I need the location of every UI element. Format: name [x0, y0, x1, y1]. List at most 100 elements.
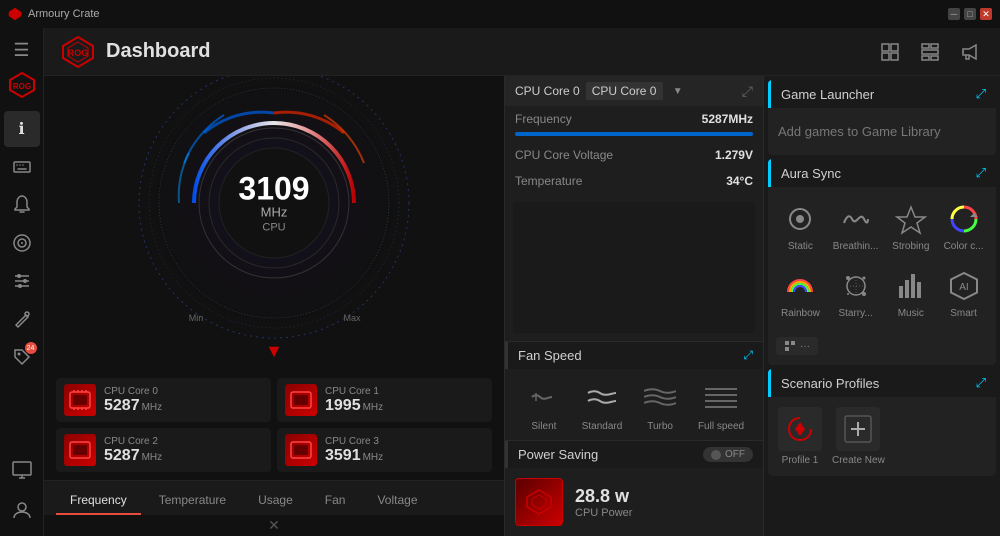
- aura-smart-label: Smart: [950, 308, 977, 319]
- create-new-profile[interactable]: Create New: [832, 407, 885, 466]
- cpu-core-0-unit: MHz: [142, 402, 163, 413]
- page-title: Dashboard: [106, 40, 210, 63]
- aura-starry[interactable]: Starry...: [829, 262, 883, 325]
- frequency-bar: [515, 132, 753, 136]
- grid-view-button[interactable]: [876, 38, 904, 66]
- scenario-profiles-title: Scenario Profiles: [781, 376, 879, 391]
- sidebar-item-target[interactable]: [4, 225, 40, 261]
- tab-usage[interactable]: Usage: [244, 487, 307, 515]
- aura-extra-controls: ···: [768, 333, 996, 365]
- aura-expand-icon[interactable]: ⤢: [976, 165, 986, 181]
- aura-static-label: Static: [788, 241, 813, 252]
- tab-frequency[interactable]: Frequency: [56, 487, 141, 515]
- cpu-icon-2: [68, 440, 92, 460]
- cpu-monitor-panel: CPU Core 0 CPU Core 0 CPU Core 1 CPU Cor…: [504, 76, 764, 536]
- game-launcher-widget: Game Launcher ⤢ Add games to Game Librar…: [768, 80, 996, 155]
- fan-silent[interactable]: Silent: [524, 377, 564, 432]
- header-actions: [876, 38, 984, 66]
- fan-turbo[interactable]: Turbo: [640, 377, 680, 432]
- minimize-button[interactable]: ─: [948, 8, 960, 20]
- smart-icon-svg: AI: [948, 270, 980, 302]
- expand-icon[interactable]: ⤢: [742, 83, 753, 100]
- aura-starry-icon: [838, 268, 874, 304]
- fan-speed-widget: Fan Speed ⤢ Silent: [505, 341, 763, 440]
- sidebar-rog-logo: ROG: [4, 67, 40, 103]
- fan-speed-title: Fan Speed: [518, 348, 582, 363]
- aura-music-label: Music: [898, 308, 924, 319]
- power-toggle[interactable]: OFF: [703, 447, 753, 462]
- titlebar: Armoury Crate ─ □ ✕: [0, 0, 1000, 28]
- aura-smart[interactable]: AI Smart: [939, 262, 988, 325]
- sidebar-item-keyboard[interactable]: [4, 149, 40, 185]
- tab-fan[interactable]: Fan: [311, 487, 360, 515]
- music-icon-svg: [895, 270, 927, 302]
- aura-color-cycle[interactable]: Color c...: [939, 195, 988, 258]
- cpu-core-2-value: 5287: [104, 447, 140, 465]
- breathing-icon-svg: [840, 203, 872, 235]
- aura-rainbow-label: Rainbow: [781, 308, 820, 319]
- rainbow-icon-svg: [784, 270, 816, 302]
- cpu-core-3-unit: MHz: [363, 452, 384, 463]
- sidebar-item-profile[interactable]: [4, 492, 40, 528]
- cpu-core-0-name: CPU Core 0: [104, 386, 263, 397]
- cpu-core-3-value: 3591: [325, 447, 361, 465]
- hamburger-menu[interactable]: ☰: [3, 36, 39, 65]
- scenario-expand-icon[interactable]: ⤢: [976, 375, 986, 391]
- fan-expand-icon[interactable]: ⤢: [743, 348, 753, 363]
- sliders-icon: [12, 271, 32, 291]
- tab-voltage[interactable]: Voltage: [363, 487, 431, 515]
- game-launcher-title: Game Launcher: [781, 87, 874, 102]
- tab-bar: Frequency Temperature Usage Fan Voltage: [44, 480, 504, 515]
- cpu-core-dropdown[interactable]: CPU Core 0 CPU Core 1 CPU Core 2 CPU Cor…: [586, 82, 663, 100]
- layout-view-button[interactable]: [916, 38, 944, 66]
- create-new-icon: [836, 407, 880, 451]
- left-panel: Min Max 3109 MHz CPU ▼: [44, 76, 504, 536]
- fan-silent-svg: [528, 383, 560, 411]
- fan-standard-icon: [582, 377, 622, 417]
- aura-strobing[interactable]: Strobing: [886, 195, 935, 258]
- fan-standard[interactable]: Standard: [582, 377, 623, 432]
- target-icon: [12, 233, 32, 253]
- sidebar-item-sliders[interactable]: [4, 263, 40, 299]
- fan-options: Silent Standard: [505, 369, 763, 440]
- sidebar-item-tools[interactable]: [4, 301, 40, 337]
- aura-static[interactable]: Static: [776, 195, 825, 258]
- sidebar-item-display[interactable]: [4, 452, 40, 488]
- fan-silent-icon: [524, 377, 564, 417]
- megaphone-icon: [961, 42, 979, 62]
- app-icon: [8, 7, 22, 21]
- close-button[interactable]: ✕: [980, 8, 992, 20]
- sidebar-item-badge[interactable]: 24: [4, 339, 40, 375]
- sidebar-item-alerts[interactable]: [4, 187, 40, 223]
- fan-fullspeed[interactable]: Full speed: [698, 377, 744, 432]
- bottom-close-icon[interactable]: ✕: [44, 515, 504, 536]
- sidebar: ☰ ROG ℹ: [0, 28, 44, 536]
- aura-rainbow[interactable]: Rainbow: [776, 262, 825, 325]
- fan-standard-label: Standard: [582, 421, 623, 432]
- scenario-profiles-header: Scenario Profiles ⤢: [768, 369, 996, 397]
- chevron-down-icon: ▼: [265, 341, 283, 362]
- cpu-core-2-item: CPU Core 2 5287 MHz: [56, 428, 271, 472]
- static-icon-svg: [784, 203, 816, 235]
- sidebar-item-dashboard[interactable]: ℹ: [4, 111, 40, 147]
- game-launcher-expand-icon[interactable]: ⤢: [976, 86, 986, 102]
- aura-sync-title: Aura Sync: [781, 166, 841, 181]
- notifications-button[interactable]: [956, 38, 984, 66]
- maximize-button[interactable]: □: [964, 8, 976, 20]
- strobing-icon-svg: [895, 203, 927, 235]
- tab-temperature[interactable]: Temperature: [145, 487, 240, 515]
- scenario-profiles-body: Profile 1 Create New: [768, 397, 996, 476]
- gauge-center: 3109 MHz CPU: [238, 173, 309, 234]
- aura-breathing-label: Breathin...: [833, 241, 879, 252]
- voltage-label: CPU Core Voltage: [515, 148, 613, 162]
- cpu-cores-grid: CPU Core 0 5287 MHz: [44, 370, 504, 480]
- aura-extra-button[interactable]: ···: [776, 337, 818, 355]
- temperature-label: Temperature: [515, 174, 582, 188]
- frequency-value: 5287MHz: [702, 112, 753, 126]
- aura-music[interactable]: Music: [886, 262, 935, 325]
- aura-starry-label: Starry...: [838, 308, 872, 319]
- cpu-core-1-icon: [285, 384, 317, 416]
- aura-breathing[interactable]: Breathin...: [829, 195, 883, 258]
- profile-1[interactable]: Profile 1: [778, 407, 822, 466]
- tools-icon: [12, 309, 32, 329]
